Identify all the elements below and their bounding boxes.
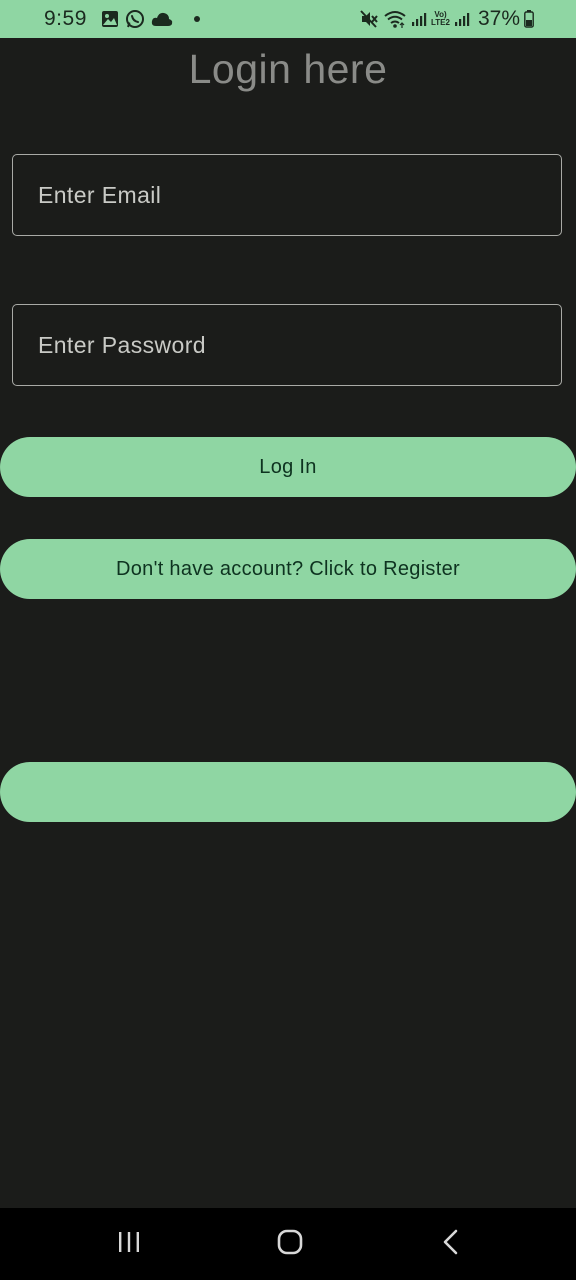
email-field[interactable]: [12, 154, 562, 236]
blank-button[interactable]: [0, 762, 576, 822]
register-button-label: Don't have account? Click to Register: [116, 557, 460, 580]
status-bar-right: Vo) LTE2 37%: [359, 0, 534, 38]
signal-icon: [454, 11, 470, 27]
navigation-bar: [0, 1208, 576, 1280]
mute-icon: [359, 9, 379, 29]
cloud-icon: [151, 11, 173, 27]
back-button[interactable]: [411, 1208, 491, 1280]
wifi-icon: [383, 9, 407, 29]
volte-icon: Vo) LTE2: [431, 11, 450, 27]
register-button[interactable]: Don't have account? Click to Register: [0, 539, 576, 599]
recents-button[interactable]: [89, 1208, 169, 1280]
password-field[interactable]: [12, 304, 562, 386]
battery-icon: [524, 10, 534, 28]
home-button[interactable]: [250, 1208, 330, 1280]
gallery-icon: [101, 10, 119, 28]
signal-icon: [411, 11, 427, 27]
battery-percent: 37%: [477, 7, 520, 30]
status-bar-left: 9:59: [44, 0, 201, 38]
login-button[interactable]: Log In: [0, 437, 576, 497]
back-icon: [441, 1229, 461, 1260]
password-input[interactable]: [36, 330, 561, 360]
page-title: Login here: [188, 46, 388, 92]
whatsapp-icon: [125, 9, 145, 29]
status-time: 9:59: [44, 7, 87, 30]
volte-label-bottom: LTE2: [431, 18, 450, 27]
login-button-label: Log In: [259, 455, 317, 478]
home-icon: [277, 1229, 303, 1260]
notification-dot-icon: [193, 15, 201, 23]
status-bar: 9:59 Vo) LTE2 37%: [0, 0, 576, 38]
email-input[interactable]: [36, 180, 561, 210]
recents-icon: [116, 1230, 142, 1259]
